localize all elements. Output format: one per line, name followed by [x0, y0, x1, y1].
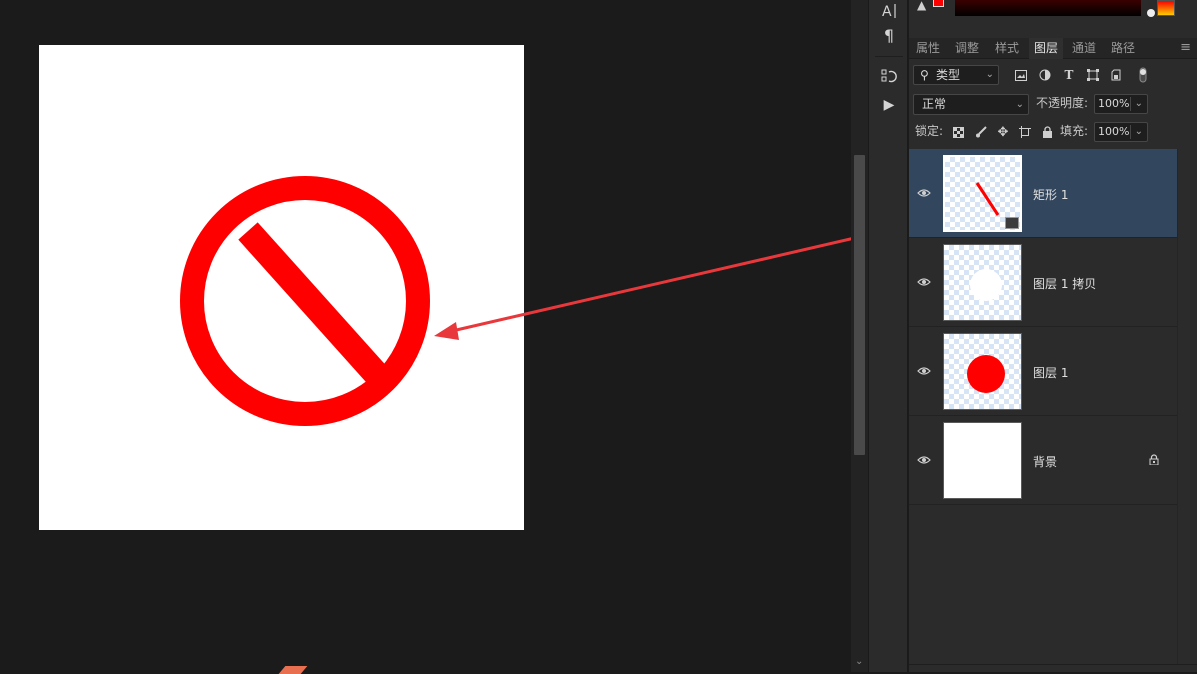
color-panel-strip: ▲ — [909, 0, 1197, 38]
text-tool-icon[interactable]: A — [877, 0, 901, 22]
lock-label: 锁定: — [915, 124, 944, 138]
layers-list: 矩形 1 图层 1 拷贝 图层 1 背景 — [909, 149, 1177, 505]
layer-name[interactable]: 图层 1 — [1033, 364, 1068, 381]
lock-paint-icon[interactable] — [973, 124, 989, 140]
tab-channels[interactable]: 通道 — [1067, 38, 1101, 59]
opacity-label: 不透明度: — [1036, 96, 1089, 110]
hue-slider[interactable] — [1157, 0, 1175, 16]
input-divider — [1130, 97, 1131, 111]
search-icon: ⚲ — [920, 68, 929, 82]
gamut-warning-icon[interactable]: ▲ — [917, 0, 926, 12]
tab-properties[interactable]: 属性 — [911, 38, 945, 59]
layers-panel: ▲ 属性 调整 样式 图层 通道 路径 ≡ ⚲ 类型 ⌄ T 正常 ⌄ 不透明度… — [909, 0, 1197, 672]
blend-row: 正常 ⌄ 不透明度: 100% ⌄ — [909, 92, 1197, 116]
scrollbar-thumb[interactable] — [854, 155, 865, 455]
red-circle-thumb-icon — [967, 355, 1005, 393]
chevron-down-icon[interactable]: ⌄ — [1135, 123, 1143, 141]
eye-icon[interactable] — [917, 275, 931, 289]
layer-thumbnail[interactable] — [943, 422, 1022, 499]
smart-object-badge-icon — [1005, 217, 1019, 229]
layer-filter-row: ⚲ 类型 ⌄ T — [909, 62, 1197, 88]
color-field[interactable] — [955, 0, 1141, 16]
fill-input[interactable]: 100% ⌄ — [1094, 122, 1148, 142]
panel-menu-icon[interactable]: ≡ — [1180, 38, 1191, 58]
play-icon[interactable]: ▶ — [877, 94, 901, 116]
opacity-input[interactable]: 100% ⌄ — [1094, 94, 1148, 114]
filter-toggle-icon[interactable] — [1135, 67, 1151, 83]
foreground-color-swatch[interactable] — [933, 0, 944, 7]
blend-mode-value: 正常 — [922, 97, 947, 111]
color-picker-marker[interactable] — [1147, 9, 1155, 17]
smart-object-filter-icon[interactable] — [1109, 67, 1125, 83]
layer-thumbnail[interactable] — [943, 244, 1022, 321]
layer-kind-filter-select[interactable]: ⚲ 类型 ⌄ — [913, 65, 999, 85]
tab-adjustments[interactable]: 调整 — [950, 38, 984, 59]
tab-paths[interactable]: 路径 — [1106, 38, 1140, 59]
eye-icon[interactable] — [917, 453, 931, 467]
white-circle-thumb-icon — [970, 269, 1002, 301]
prohibition-sign-artwork — [180, 176, 430, 426]
prohibition-slash — [238, 222, 397, 395]
eye-icon[interactable] — [917, 186, 931, 200]
scroll-down-icon[interactable]: ⌄ — [855, 656, 863, 667]
tab-layers[interactable]: 图层 — [1029, 38, 1064, 59]
fill-label: 填充: — [1060, 124, 1089, 138]
chevron-down-icon: ⌄ — [985, 69, 994, 80]
chevron-down-icon[interactable]: ⌄ — [1135, 95, 1143, 113]
fill-value: 100% — [1098, 125, 1130, 138]
input-divider — [1130, 125, 1131, 139]
lock-position-icon[interactable]: ✥ — [995, 124, 1011, 140]
adjustment-filter-icon[interactable] — [1037, 67, 1053, 83]
lock-row: 锁定: ✥ 填充: 100% ⌄ — [909, 121, 1197, 145]
chevron-down-icon: ⌄ — [1015, 99, 1024, 110]
filter-kind-value: 类型 — [936, 68, 961, 82]
tab-styles[interactable]: 样式 — [990, 38, 1024, 59]
lock-transparent-icon[interactable] — [950, 124, 966, 140]
document-workspace[interactable] — [0, 0, 851, 674]
layer-name[interactable]: 矩形 1 — [1033, 186, 1068, 203]
layers-panel-footer — [909, 664, 1197, 672]
layer-name[interactable]: 图层 1 拷贝 — [1033, 275, 1096, 292]
image-filter-icon[interactable] — [1013, 67, 1029, 83]
workspace-vertical-scrollbar[interactable]: ⌄ — [851, 0, 868, 672]
layer-row[interactable]: 背景 — [909, 416, 1177, 505]
layers-panel-scrollbar[interactable] — [1177, 149, 1197, 664]
layer-row[interactable]: 矩形 1 — [909, 149, 1177, 238]
document-canvas[interactable] — [39, 45, 524, 530]
layer-lock-icon[interactable] — [1149, 454, 1159, 468]
history-icon[interactable] — [877, 65, 901, 87]
paragraph-icon[interactable]: ¶ — [877, 24, 901, 46]
shape-filter-icon[interactable] — [1085, 67, 1101, 83]
panel-tool-strip: A ¶ ▶ — [868, 0, 908, 672]
text-filter-icon[interactable]: T — [1061, 67, 1077, 83]
eye-icon[interactable] — [917, 364, 931, 378]
layer-row[interactable]: 图层 1 拷贝 — [909, 238, 1177, 327]
lock-artboard-icon[interactable] — [1017, 124, 1033, 140]
panel-tab-bar: 属性 调整 样式 图层 通道 路径 ≡ — [909, 38, 1197, 59]
svg-text:A: A — [882, 4, 892, 20]
blend-mode-select[interactable]: 正常 ⌄ — [913, 94, 1029, 115]
lock-all-icon[interactable] — [1039, 124, 1055, 140]
partial-orange-shape — [278, 666, 308, 674]
layer-row[interactable]: 图层 1 — [909, 327, 1177, 416]
layer-thumbnail[interactable] — [943, 333, 1022, 410]
layer-thumbnail[interactable] — [943, 155, 1022, 232]
strip-divider — [875, 56, 903, 57]
opacity-value: 100% — [1098, 97, 1130, 110]
layer-name[interactable]: 背景 — [1033, 453, 1057, 470]
